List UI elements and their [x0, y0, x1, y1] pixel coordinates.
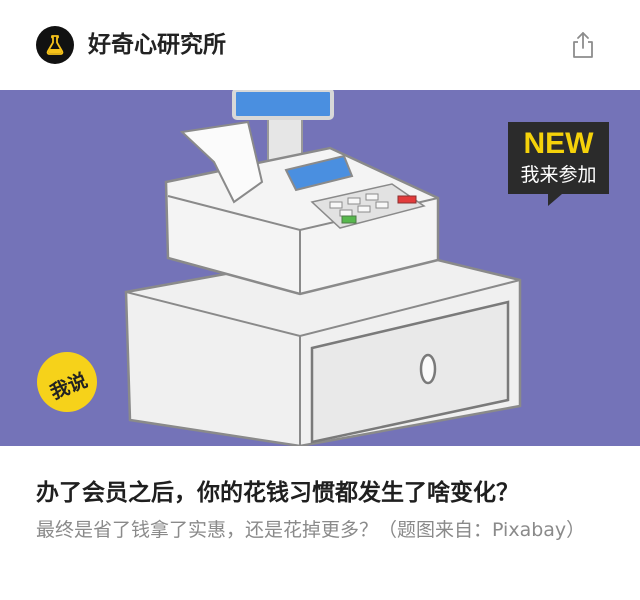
article-title[interactable]: 办了会员之后，你的花钱习惯都发生了啥变化？ — [36, 476, 616, 510]
brand-name[interactable]: 好奇心研究所 — [88, 29, 226, 61]
share-icon[interactable] — [566, 28, 600, 62]
new-badge[interactable]: NEW 我来参加 — [508, 122, 609, 206]
say-label: 我说 — [46, 368, 91, 404]
header-bar: 好奇心研究所 — [0, 0, 640, 90]
join-label: 我来参加 — [520, 164, 597, 186]
flask-icon[interactable] — [36, 26, 74, 64]
new-label: NEW — [523, 127, 594, 160]
article-card[interactable]: 好奇心研究所 NEW 我来参加 我说 办了会员之后，你的花钱习惯都发生了啥变化？… — [0, 0, 640, 600]
article-subtitle: 最终是省了钱拿了实惠，还是花掉更多？（题图来自：Pixabay） — [36, 519, 586, 541]
